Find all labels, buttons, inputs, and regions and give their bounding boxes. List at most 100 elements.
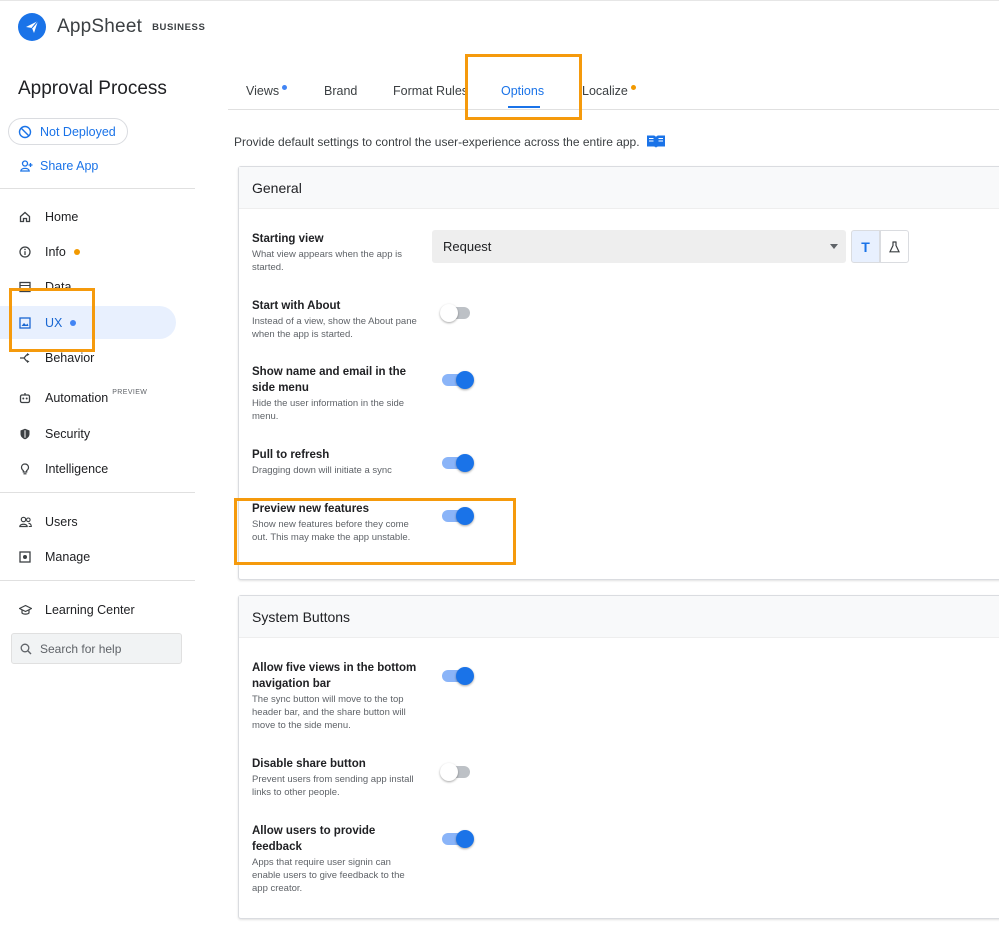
sidebar-item-intelligence[interactable]: Intelligence [0, 452, 176, 485]
intro-text: Provide default settings to control the … [234, 134, 640, 149]
tab-label: Localize [582, 84, 628, 98]
setting-label: Allow users to provide feedback [252, 825, 376, 853]
unsaved-dot [630, 85, 636, 90]
chevron-down-icon [830, 244, 838, 249]
shield-icon [18, 427, 32, 441]
sidebar-item-users[interactable]: Users [0, 505, 176, 538]
graduation-cap-icon [18, 603, 32, 617]
unsaved-dot [282, 85, 288, 90]
help-search-input[interactable]: Search for help [11, 633, 182, 664]
setting-pull-to-refresh: Pull to refresh Dragging down will initi… [252, 447, 422, 477]
tab-format-rules[interactable]: Format Rules [393, 84, 468, 98]
app-tier: BUSINESS [152, 21, 206, 33]
tab-views[interactable]: Views [246, 84, 288, 98]
options-intro: Provide default settings to control the … [234, 134, 666, 149]
share-app-label: Share App [40, 159, 99, 173]
tab-label: Format Rules [393, 84, 469, 98]
text-mode-icon: T [861, 238, 870, 255]
highlight-preview-features [234, 498, 516, 565]
sidebar: AppSheet BUSINESS Approval Process Not D… [0, 0, 205, 928]
info-icon [18, 245, 32, 259]
setting-show-name-email: Show name and email in the side menu Hid… [252, 364, 422, 423]
deploy-status-label: Not Deployed [40, 124, 116, 139]
preview-badge: PREVIEW [112, 389, 148, 396]
sidebar-item-security[interactable]: Security [0, 417, 176, 450]
expression-mode-button[interactable] [880, 230, 909, 263]
pull-to-refresh-toggle[interactable] [442, 454, 474, 472]
setting-label: Allow five views in the bottom navigatio… [252, 662, 417, 690]
five-views-toggle[interactable] [442, 667, 474, 685]
manage-icon [18, 550, 32, 564]
setting-label: Pull to refresh [252, 449, 330, 461]
sidebar-item-label: Security [45, 426, 91, 441]
setting-desc: Hide the user information in the side me… [252, 398, 405, 422]
sidebar-item-label: Users [45, 514, 78, 529]
app-title: Approval Process [18, 78, 167, 99]
tab-brand[interactable]: Brand [324, 84, 357, 98]
help-search-placeholder: Search for help [40, 641, 122, 656]
automation-icon [18, 391, 32, 405]
starting-view-select[interactable]: Request [432, 230, 846, 263]
app-logo[interactable]: AppSheet BUSINESS [18, 13, 205, 41]
setting-desc: What view appears when the app is starte… [252, 249, 402, 273]
sidebar-item-label: Learning Center [45, 602, 135, 617]
search-icon [20, 643, 32, 654]
share-user-icon [20, 160, 33, 172]
start-with-about-toggle[interactable] [440, 304, 472, 322]
setting-desc: Prevent users from sending app install l… [252, 774, 414, 798]
home-icon [18, 210, 32, 224]
paper-plane-icon [18, 13, 46, 41]
flask-icon [889, 240, 900, 252]
unsaved-dot [73, 248, 80, 255]
highlight-ux-item [9, 288, 95, 352]
sidebar-item-label: Intelligence [45, 461, 109, 476]
system-buttons-card-title: System Buttons [239, 596, 999, 638]
setting-desc: Dragging down will initiate a sync [252, 465, 392, 476]
setting-desc: Apps that require user signin can enable… [252, 857, 405, 894]
users-icon [18, 515, 32, 529]
sidebar-item-manage[interactable]: Manage [0, 540, 176, 573]
sidebar-item-label: Behavior [45, 350, 95, 365]
not-deployed-icon [18, 125, 32, 138]
system-buttons-card: System Buttons Allow five views in the b… [238, 595, 999, 919]
divider [0, 188, 195, 189]
setting-start-with-about: Start with About Instead of a view, show… [252, 298, 422, 341]
sidebar-item-label: Info [45, 244, 66, 259]
sidebar-item-label: Home [45, 209, 79, 224]
sidebar-item-label: Manage [45, 549, 91, 564]
setting-label: Starting view [252, 233, 324, 245]
book-icon[interactable] [646, 134, 666, 149]
divider [0, 580, 195, 581]
ux-tab-bar: Views Brand Format Rules Options Localiz… [228, 70, 999, 110]
sidebar-item-label: Automation [45, 390, 109, 405]
setting-disable-share: Disable share button Prevent users from … [252, 756, 422, 799]
lightbulb-icon [18, 462, 32, 476]
sidebar-item-home[interactable]: Home [0, 200, 176, 233]
tab-label: Brand [324, 84, 358, 98]
setting-label: Disable share button [252, 758, 366, 770]
sidebar-item-info[interactable]: Info [0, 235, 176, 268]
disable-share-toggle[interactable] [440, 763, 472, 781]
show-name-email-toggle[interactable] [442, 371, 474, 389]
app-name: AppSheet [57, 16, 143, 37]
setting-label: Start with About [252, 300, 341, 312]
tab-label: Views [246, 84, 280, 98]
setting-user-feedback: Allow users to provide feedback Apps tha… [252, 823, 422, 895]
starting-view-value: Request [443, 239, 492, 254]
tab-localize[interactable]: Localize [582, 84, 636, 98]
setting-five-views: Allow five views in the bottom navigatio… [252, 660, 422, 732]
divider [0, 492, 195, 493]
sidebar-item-automation[interactable]: Automation PREVIEW [0, 381, 176, 414]
deploy-status-chip[interactable]: Not Deployed [8, 118, 128, 145]
text-mode-button[interactable]: T [851, 230, 880, 263]
highlight-options-tab [465, 54, 582, 120]
setting-starting-view: Starting view What view appears when the… [252, 231, 422, 274]
general-card-title: General [239, 167, 999, 209]
setting-desc: Instead of a view, show the About pane w… [252, 316, 417, 340]
user-feedback-toggle[interactable] [442, 830, 474, 848]
sidebar-item-learning-center[interactable]: Learning Center [0, 593, 176, 626]
share-app-link[interactable]: Share App [20, 159, 98, 173]
setting-label: Show name and email in the side menu [252, 366, 407, 394]
setting-desc: The sync button will move to the top hea… [252, 694, 406, 731]
behavior-icon [18, 351, 32, 365]
